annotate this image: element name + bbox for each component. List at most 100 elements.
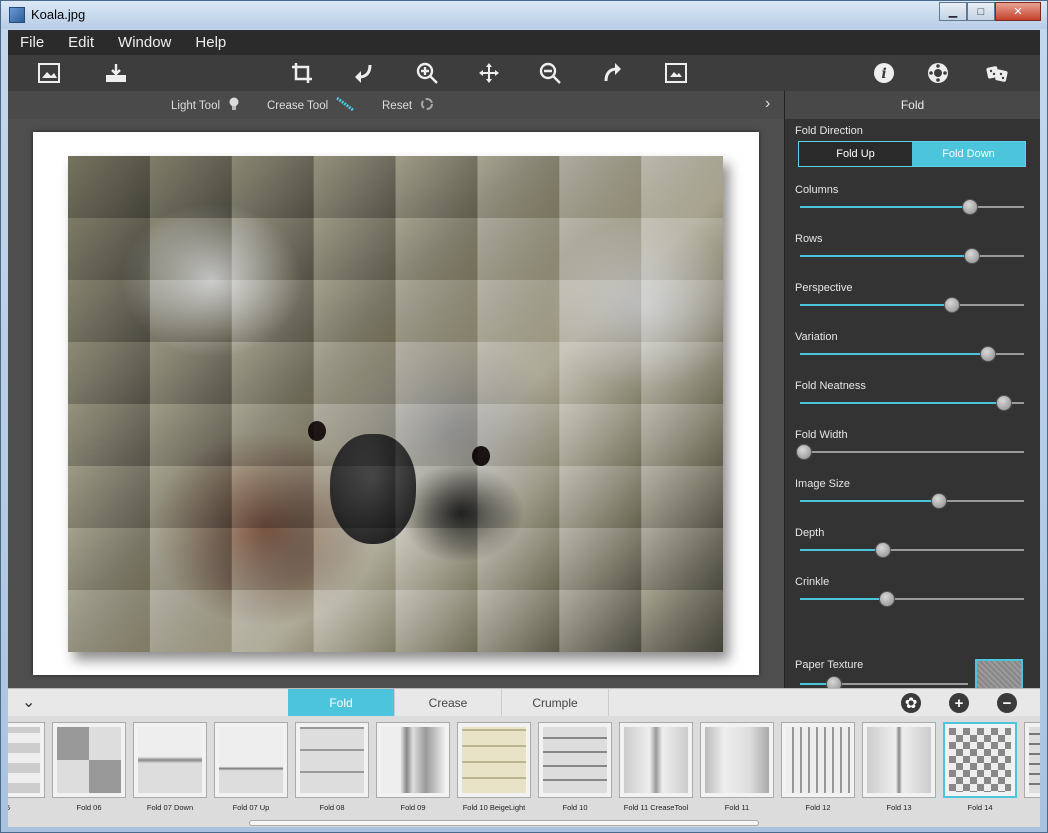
close-button[interactable]: ✕ [995, 2, 1041, 21]
slider-perspective[interactable] [800, 297, 1024, 313]
open-image-icon[interactable] [35, 59, 63, 87]
collapse-panel-icon[interactable]: › [765, 95, 770, 113]
thumbnail-label: Fold 11 CreaseTool [623, 803, 689, 812]
info-icon[interactable]: i [870, 59, 898, 87]
preset-thumbnail[interactable] [1024, 722, 1040, 798]
menu-window[interactable]: Window [106, 34, 183, 51]
thumbnail-label: Fold 08 [319, 803, 345, 812]
slider-fill [800, 353, 989, 355]
preset-thumbnail[interactable] [700, 722, 774, 798]
thumbnail-label: Fold 07 Up [232, 803, 270, 812]
slider-knob[interactable] [796, 444, 813, 460]
app-icon [9, 7, 25, 23]
add-preset-button[interactable]: + [949, 693, 969, 713]
slider-knob[interactable] [930, 493, 947, 509]
undo-icon[interactable] [350, 59, 378, 87]
redo-icon[interactable] [598, 59, 626, 87]
slider-fill [800, 206, 971, 208]
thumbnail-label: Fold 12 [805, 803, 831, 812]
thumbnail-preview [219, 727, 283, 793]
crease-tool-label: Crease Tool [267, 99, 329, 112]
preset-thumbnails: 5 Fold 06 Fold 07 Down Fold 07 Up Fold 08 Fol… [8, 716, 1040, 827]
remove-preset-button[interactable]: − [997, 693, 1017, 713]
crop-icon[interactable] [288, 59, 316, 87]
preset-thumbnail[interactable] [943, 722, 1017, 798]
thumbnail-preview [1029, 727, 1040, 793]
app-body: File Edit Window Help i Light Tool Creas… [8, 30, 1040, 827]
slider-image-size[interactable] [800, 493, 1024, 509]
tab-crease[interactable]: Crease [395, 689, 502, 717]
preset-thumbnail[interactable] [133, 722, 207, 798]
canvas-area[interactable] [8, 119, 784, 688]
slider-fold-neatness[interactable] [800, 395, 1024, 411]
window-title: Koala.jpg [31, 7, 86, 22]
thumbnail-scrollbar[interactable] [249, 820, 759, 826]
slider-fill [800, 402, 1004, 404]
slider-label: Rows [795, 233, 823, 245]
preset-thumbnail[interactable] [538, 722, 612, 798]
crease-tool-button[interactable]: Crease Tool [267, 96, 355, 114]
move-icon[interactable] [475, 59, 503, 87]
preset-thumbnail[interactable] [862, 722, 936, 798]
slider-depth[interactable] [800, 542, 1024, 558]
preset-thumbnail[interactable] [52, 722, 126, 798]
light-tool-label: Light Tool [171, 99, 221, 112]
preset-thumbnail[interactable] [457, 722, 531, 798]
paper-texture-slider[interactable] [800, 676, 968, 692]
slider-knob[interactable] [874, 542, 891, 558]
slider-fold-width[interactable] [796, 444, 1024, 460]
lightbulb-icon [228, 97, 240, 114]
slider-variation[interactable] [800, 346, 1024, 362]
menu-file[interactable]: File [8, 34, 56, 51]
folded-koala-image[interactable] [68, 156, 723, 652]
preset-thumbnail[interactable] [295, 722, 369, 798]
menu-edit[interactable]: Edit [56, 34, 106, 51]
chevron-down-icon[interactable]: ⌄ [22, 692, 35, 712]
fit-image-icon[interactable] [662, 59, 690, 87]
preset-thumbnail[interactable] [781, 722, 855, 798]
tab-fold[interactable]: Fold [288, 689, 395, 717]
thumbnail-preview [867, 727, 931, 793]
minimize-button[interactable]: ▁ [939, 2, 967, 21]
thumbnail-preview [543, 727, 607, 793]
slider-fill [800, 255, 973, 257]
slider-knob[interactable] [980, 346, 997, 362]
preset-thumbnail[interactable] [619, 722, 693, 798]
menu-help[interactable]: Help [183, 34, 238, 51]
slider-knob[interactable] [879, 591, 896, 607]
slider-columns[interactable] [800, 199, 1024, 215]
fold-up-button[interactable]: Fold Up [799, 142, 912, 166]
preset-thumbnail[interactable] [214, 722, 288, 798]
tab-crumple[interactable]: Crumple [502, 689, 609, 717]
random-dice-icon[interactable] [983, 59, 1011, 87]
fold-down-button[interactable]: Fold Down [912, 142, 1025, 166]
slider-knob[interactable] [944, 297, 961, 313]
reset-button[interactable]: Reset [382, 97, 434, 114]
title-bar[interactable]: Koala.jpg ▁ □ ✕ [1, 1, 1047, 29]
toolbar: i [8, 55, 1040, 91]
thumbnail-label: Fold 06 [76, 803, 102, 812]
zoom-in-icon[interactable] [413, 59, 441, 87]
slider-rows[interactable] [800, 248, 1024, 264]
palette-icon[interactable]: ✿ [901, 693, 921, 713]
slider-knob[interactable] [964, 248, 981, 264]
thumbnail-label: Fold 11 [724, 803, 750, 812]
fold-grid-overlay [68, 156, 723, 652]
save-icon[interactable] [102, 59, 130, 87]
slider-label: Depth [795, 527, 825, 539]
slider-knob[interactable] [962, 199, 979, 215]
settings-icon[interactable] [924, 59, 952, 87]
zoom-out-icon[interactable] [536, 59, 564, 87]
preset-thumbnail[interactable] [8, 722, 45, 798]
light-tool-button[interactable]: Light Tool [171, 97, 240, 114]
maximize-button[interactable]: □ [967, 2, 995, 21]
thumbnail-label: Fold 10 BeigeLight [462, 803, 526, 812]
preset-thumbnail[interactable] [376, 722, 450, 798]
thumbnail-preview [300, 727, 364, 793]
fold-direction-toggle: Fold Up Fold Down [798, 141, 1026, 167]
thumbnail-label: 5 [8, 804, 48, 812]
slider-knob[interactable] [995, 395, 1012, 411]
slider-label: Variation [795, 331, 838, 343]
panel-title: Fold [785, 91, 1040, 119]
slider-crinkle[interactable] [800, 591, 1024, 607]
